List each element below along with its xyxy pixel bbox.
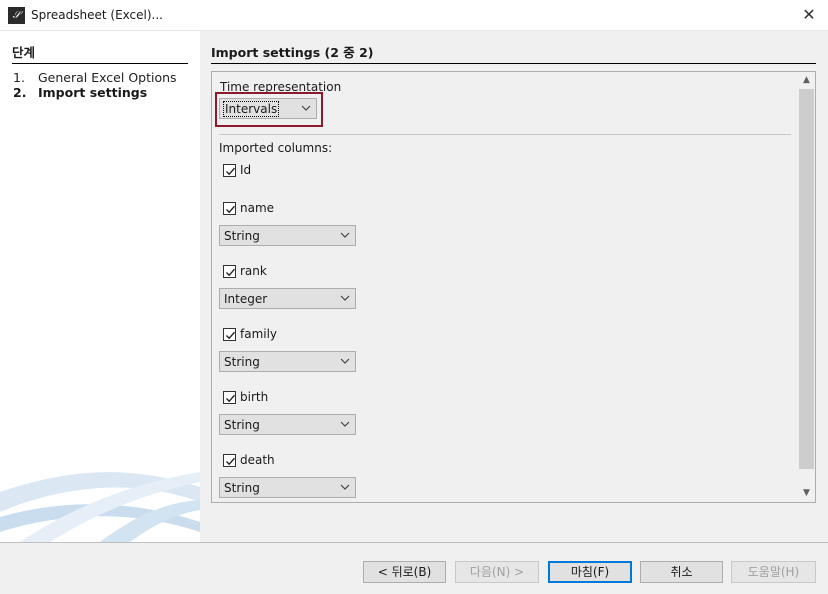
column-type-value: Integer: [224, 292, 268, 306]
time-representation-select[interactable]: Intervals: [219, 98, 317, 119]
next-button[interactable]: 다음(N) >: [455, 561, 539, 583]
checkbox[interactable]: [223, 202, 236, 215]
main-panel: Import settings (2 중 2) Time representat…: [200, 31, 828, 542]
column-type-value: String: [224, 355, 260, 369]
checkbox[interactable]: [223, 391, 236, 404]
column-name: family: [240, 327, 278, 341]
chevron-down-icon: [340, 421, 350, 427]
column-type-select-birth[interactable]: String: [219, 414, 356, 435]
cancel-button[interactable]: 취소: [640, 561, 723, 583]
decorative-swoosh: [0, 472, 200, 542]
chevron-down-icon: [340, 358, 350, 364]
step-label: General Excel Options: [38, 70, 177, 85]
chevron-down-icon: [340, 232, 350, 238]
page-title: Import settings (2 중 2): [211, 42, 816, 64]
step-import-settings: 2. Import settings: [13, 85, 147, 100]
finish-button[interactable]: 마침(F): [548, 561, 632, 583]
app-icon: 𝒮: [8, 7, 25, 24]
scroll-up-icon[interactable]: ▲: [798, 72, 815, 89]
vertical-scrollbar[interactable]: ▲ ▼: [798, 72, 815, 502]
checkbox[interactable]: [223, 164, 236, 177]
column-type-value: String: [224, 418, 260, 432]
imported-columns-label: Imported columns:: [219, 141, 333, 155]
button-bar: < 뒤로(B) 다음(N) > 마침(F) 취소 도움말(H): [0, 542, 828, 594]
window-title: Spreadsheet (Excel)...: [31, 8, 163, 22]
steps-panel: 단계 1. General Excel Options 2. Import sett…: [0, 31, 200, 542]
column-name: birth: [240, 390, 269, 404]
checkbox[interactable]: [223, 328, 236, 341]
column-type-select-family[interactable]: String: [219, 351, 356, 372]
close-icon[interactable]: ✕: [798, 4, 820, 26]
settings-scroll-area[interactable]: Time representation Intervals Imported c…: [211, 71, 816, 503]
column-name: rank: [240, 264, 267, 278]
column-name: name: [240, 201, 275, 215]
steps-heading: 단계: [12, 42, 188, 64]
chevron-down-icon: [340, 484, 350, 490]
column-type-select-name[interactable]: String: [219, 225, 356, 246]
column-type-value: String: [224, 229, 260, 243]
help-button[interactable]: 도움말(H): [731, 561, 816, 583]
step-number: 1.: [13, 70, 25, 85]
back-button[interactable]: < 뒤로(B): [363, 561, 446, 583]
scroll-down-icon[interactable]: ▼: [798, 485, 815, 502]
title-bar: 𝒮 Spreadsheet (Excel)... ✕: [0, 0, 828, 31]
column-name: Id: [240, 163, 252, 177]
checkbox[interactable]: [223, 265, 236, 278]
step-label: Import settings: [38, 85, 148, 100]
step-number: 2.: [13, 85, 27, 100]
scrollbar-thumb[interactable]: [799, 89, 814, 469]
divider: [219, 134, 791, 135]
time-representation-value: Intervals: [223, 101, 280, 117]
column-name: death: [240, 453, 275, 467]
column-type-value: String: [224, 481, 260, 495]
checkbox[interactable]: [223, 454, 236, 467]
step-general-excel-options: 1. General Excel Options: [13, 70, 177, 85]
column-type-select-death[interactable]: String: [219, 477, 356, 498]
chevron-down-icon: [301, 105, 311, 111]
chevron-down-icon: [340, 295, 350, 301]
column-type-select-rank[interactable]: Integer: [219, 288, 356, 309]
